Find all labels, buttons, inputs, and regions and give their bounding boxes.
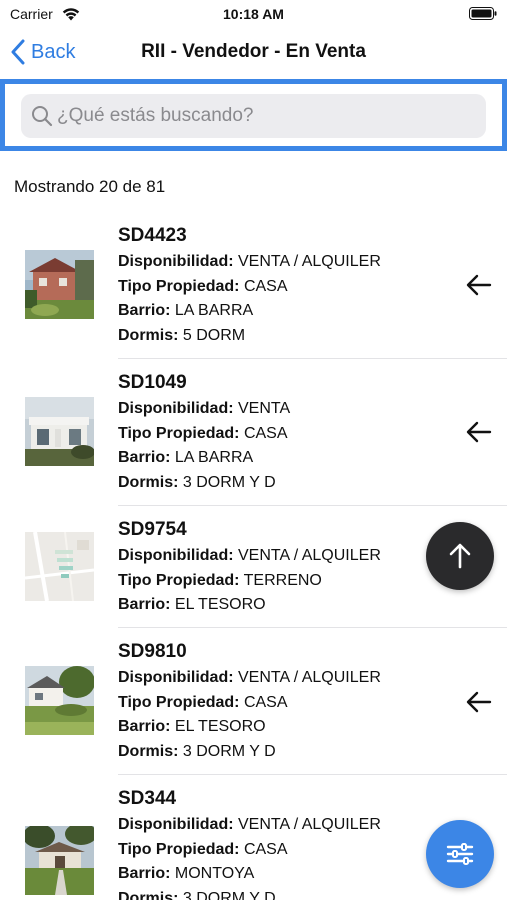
type-label: Tipo Propiedad: xyxy=(118,424,240,442)
sliders-icon xyxy=(446,843,474,865)
availability-value: VENTA / ALQUILER xyxy=(238,816,381,833)
results-count: Mostrando 20 de 81 xyxy=(14,177,166,196)
type-value: CASA xyxy=(243,693,288,711)
listing-item[interactable]: SD1049 Disponibilidad: VENTA Tipo Propie… xyxy=(0,359,507,506)
listing-code: SD4423 xyxy=(118,225,187,246)
type-value: CASA xyxy=(243,424,288,442)
arrow-left-icon[interactable] xyxy=(465,418,493,446)
availability-label: Disponibilidad: xyxy=(118,669,234,686)
arrow-up-icon xyxy=(449,543,471,569)
neighborhood-label: Barrio: xyxy=(118,302,171,319)
house-photo xyxy=(25,826,94,895)
arrow-left-icon[interactable] xyxy=(465,688,493,716)
type-label: Tipo Propiedad: xyxy=(118,277,240,295)
bedrooms-value: 3 DORM Y D xyxy=(182,889,276,900)
neighborhood-value: EL TESORO xyxy=(174,596,266,613)
type-value: CASA xyxy=(243,277,288,295)
listing-code: SD1049 xyxy=(118,372,187,393)
back-button[interactable]: Back xyxy=(10,38,75,66)
clock: 10:18 AM xyxy=(223,6,284,22)
house-photo xyxy=(25,250,94,319)
availability-value: VENTA xyxy=(238,400,291,417)
type-value: TERRENO xyxy=(243,571,322,589)
availability-label: Disponibilidad: xyxy=(118,547,234,564)
type-label: Tipo Propiedad: xyxy=(118,693,240,711)
navigation-bar: Back RII - Vendedor - En Venta xyxy=(0,28,507,76)
bedrooms-label: Dormis: xyxy=(118,473,179,491)
map-photo xyxy=(25,532,94,601)
battery-icon xyxy=(469,7,497,20)
listing-item[interactable]: SD4423 Disponibilidad: VENTA / ALQUILER … xyxy=(0,212,507,359)
neighborhood-value: LA BARRA xyxy=(174,449,254,466)
availability-label: Disponibilidad: xyxy=(118,253,234,270)
availability-label: Disponibilidad: xyxy=(118,816,234,833)
listing-code: SD344 xyxy=(118,788,177,809)
availability-label: Disponibilidad: xyxy=(118,400,234,417)
availability-value: VENTA / ALQUILER xyxy=(238,253,381,270)
listing-code: SD9810 xyxy=(118,641,187,662)
neighborhood-label: Barrio: xyxy=(118,449,171,466)
neighborhood-value: MONTOYA xyxy=(174,865,255,882)
arrow-left-icon[interactable] xyxy=(465,271,493,299)
neighborhood-value: EL TESORO xyxy=(174,718,266,735)
bedrooms-value: 5 DORM xyxy=(182,326,246,344)
listing-code: SD9754 xyxy=(118,519,187,540)
house-photo xyxy=(25,666,94,735)
bedrooms-value: 3 DORM Y D xyxy=(182,742,276,760)
neighborhood-label: Barrio: xyxy=(118,865,171,882)
availability-value: VENTA / ALQUILER xyxy=(238,669,381,686)
search-bar xyxy=(0,79,507,151)
search-field[interactable] xyxy=(21,94,486,138)
chevron-left-icon xyxy=(11,39,25,65)
page-title: RII - Vendedor - En Venta xyxy=(141,41,366,62)
bedrooms-value: 3 DORM Y D xyxy=(182,473,276,491)
scroll-to-top-button[interactable] xyxy=(426,522,494,590)
neighborhood-label: Barrio: xyxy=(118,596,171,613)
bedrooms-label: Dormis: xyxy=(118,742,179,760)
availability-value: VENTA / ALQUILER xyxy=(238,547,381,564)
search-input[interactable] xyxy=(57,105,457,127)
type-value: CASA xyxy=(243,840,288,858)
listing-item[interactable]: SD9810 Disponibilidad: VENTA / ALQUILER … xyxy=(0,628,507,775)
search-icon xyxy=(32,106,53,127)
filter-button[interactable] xyxy=(426,820,494,888)
bedrooms-label: Dormis: xyxy=(118,889,179,900)
back-label: Back xyxy=(31,40,76,63)
house-photo xyxy=(25,397,94,466)
status-bar: Carrier 10:18 AM xyxy=(0,0,507,28)
type-label: Tipo Propiedad: xyxy=(118,840,240,858)
type-label: Tipo Propiedad: xyxy=(118,571,240,589)
neighborhood-value: LA BARRA xyxy=(174,302,254,319)
bedrooms-label: Dormis: xyxy=(118,326,179,344)
neighborhood-label: Barrio: xyxy=(118,718,171,735)
